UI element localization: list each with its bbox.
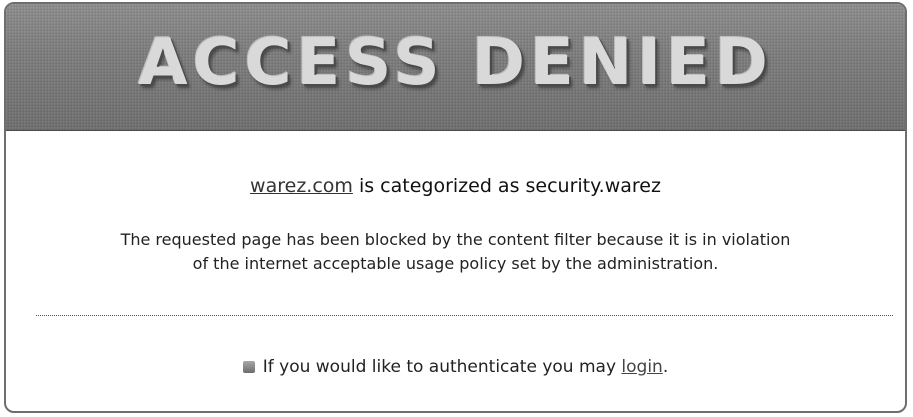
access-denied-panel: ACCESS DENIED warez.com is categorized a…	[4, 2, 907, 413]
page-title: ACCESS DENIED	[138, 26, 773, 100]
bullet-square-icon	[242, 361, 255, 373]
category-statement: warez.com is categorized as security.war…	[6, 175, 905, 197]
category-text: is categorized as security.warez	[352, 175, 661, 197]
content-area: warez.com is categorized as security.war…	[6, 131, 905, 411]
header-banner: ACCESS DENIED	[6, 4, 905, 131]
auth-prompt-text: If you would like to authenticate you ma…	[262, 357, 622, 377]
login-link[interactable]: login	[621, 357, 662, 377]
block-message-line-1: The requested page has been blocked by t…	[120, 230, 791, 249]
blocked-domain-link[interactable]: warez.com	[250, 175, 353, 197]
authentication-prompt: If you would like to authenticate you ma…	[6, 357, 905, 377]
dotted-divider	[36, 315, 893, 316]
block-message: The requested page has been blocked by t…	[26, 228, 885, 276]
auth-prompt-suffix: .	[662, 357, 669, 377]
block-message-line-2: of the internet acceptable usage policy …	[192, 254, 719, 273]
